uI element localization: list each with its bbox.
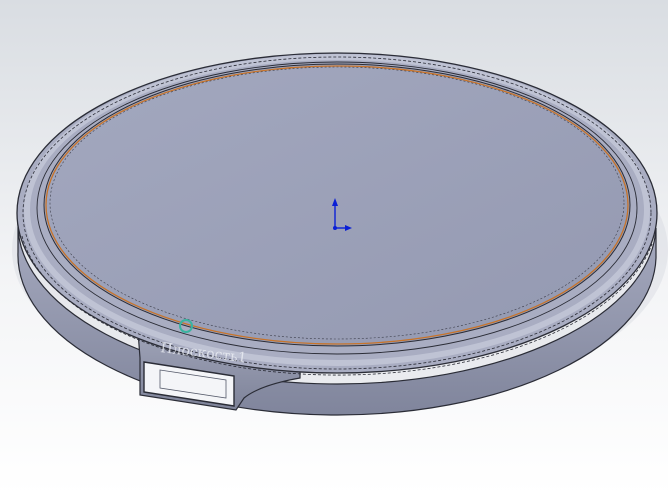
graphics-viewport[interactable]: Плоскость1	[0, 0, 668, 495]
model-scene[interactable]: Плоскость1	[0, 0, 668, 495]
